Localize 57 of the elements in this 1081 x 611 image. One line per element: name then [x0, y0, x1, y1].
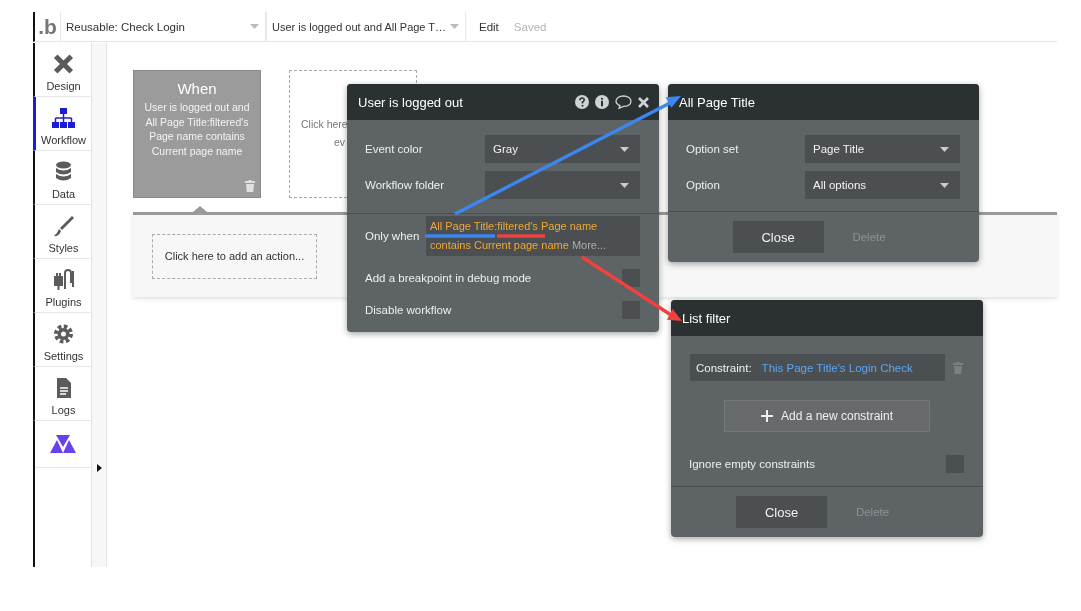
close-icon[interactable]: [638, 96, 649, 108]
checkbox[interactable]: [622, 269, 640, 287]
field-label: Only when: [365, 230, 420, 242]
field-label: Option set: [686, 143, 739, 155]
dropdown[interactable]: All options: [805, 171, 960, 199]
field-label: Constraint:: [696, 361, 752, 374]
plug-icon: [52, 269, 75, 291]
brush-icon: [52, 215, 75, 237]
trash-icon: [245, 180, 255, 192]
caret-icon: [940, 182, 949, 188]
checkbox-label: Disable workflow: [365, 304, 452, 316]
add-action-placeholder[interactable]: Click here to add an action...: [152, 234, 317, 279]
event-description: User is logged out and All Page Title:filtered's Page name contains Current page name: [143, 100, 251, 158]
sidebar-tab[interactable]: Data: [33, 151, 91, 205]
sidebar-tab[interactable]: Plugins: [33, 259, 91, 313]
info-icon[interactable]: [595, 95, 609, 109]
close-button[interactable]: Close: [736, 496, 827, 528]
field-label: Workflow folder: [365, 179, 445, 191]
settings-icon: [52, 323, 75, 345]
field-label: Event color: [365, 143, 423, 155]
panel-title: User is logged out: [358, 94, 463, 110]
caret-icon: [620, 146, 629, 152]
page-dropdown[interactable]: Reusable: Check Login: [60, 11, 266, 42]
checkbox-label: Ignore empty constraints: [689, 458, 815, 470]
condition-field[interactable]: All Page Title:filtered's Page name contains Current page name More...: [426, 216, 640, 256]
more-link[interactable]: More...: [571, 239, 607, 251]
sidebar-tab[interactable]: Logs: [33, 367, 91, 421]
trash-icon: [953, 361, 963, 374]
dropdown[interactable]: Page Title: [805, 135, 960, 163]
save-status: Saved: [513, 20, 547, 33]
workflow-dropdown[interactable]: User is logged out and All Page T…: [266, 11, 466, 42]
event-card-title: When: [177, 80, 217, 97]
panel-title: List filter: [682, 310, 731, 326]
help-icon[interactable]: [575, 95, 589, 109]
caret-icon: [250, 24, 259, 29]
close-button[interactable]: Close: [732, 221, 824, 253]
placeholder-text: ev: [334, 136, 347, 148]
field-label: Option: [686, 179, 720, 191]
dropdown[interactable]: Gray: [485, 135, 640, 163]
app-logo[interactable]: .b: [35, 11, 60, 42]
caret-icon: [620, 182, 629, 188]
hierarchy-icon: [52, 107, 75, 129]
comment-icon[interactable]: [615, 95, 632, 109]
caret-icon: [940, 146, 949, 152]
placeholder-text: Click here: [301, 118, 349, 130]
checkbox-label: Add a breakpoint in debug mode: [365, 272, 532, 284]
sidebar-tab[interactable]: Design: [33, 43, 91, 97]
panel-title: All Page Title: [679, 94, 755, 110]
add-constraint-button[interactable]: Add a new constraint: [724, 400, 930, 432]
plus-icon: [760, 410, 773, 422]
sidebar-tab[interactable]: Styles: [33, 205, 91, 259]
caret-icon: [450, 24, 459, 29]
sidebar-tab[interactable]: Settings: [33, 313, 91, 367]
expand-arrow-icon[interactable]: [97, 464, 102, 472]
constraint-field[interactable]: Constraint: This Page Title's Login Check: [690, 354, 945, 381]
brand-logo-icon[interactable]: [50, 435, 76, 453]
edit-menu[interactable]: Edit: [479, 20, 499, 33]
